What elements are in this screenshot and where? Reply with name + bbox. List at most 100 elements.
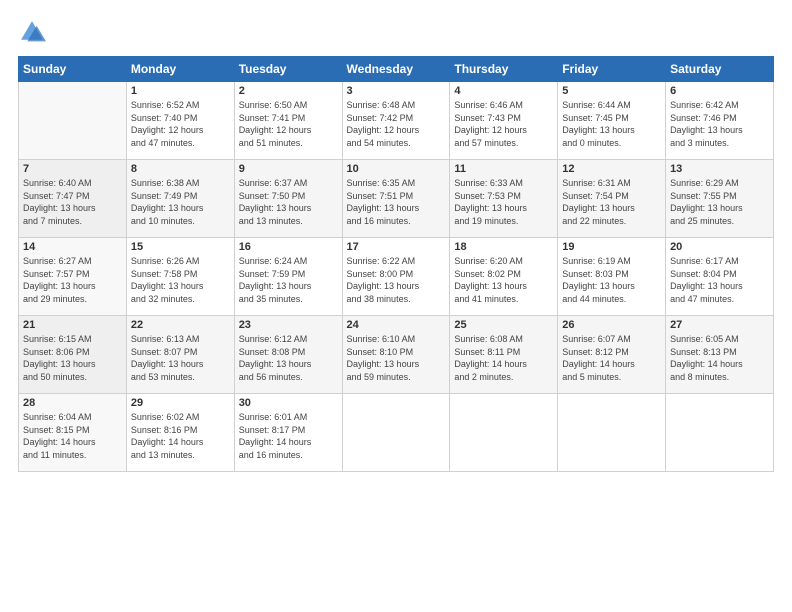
calendar-cell: 20 Sunrise: 6:17 AMSunset: 8:04 PMDayligh…: [666, 238, 774, 316]
calendar-cell: 28 Sunrise: 6:04 AMSunset: 8:15 PMDayligh…: [19, 394, 127, 472]
page: SundayMondayTuesdayWednesdayThursdayFrid…: [0, 0, 792, 612]
day-info: Sunrise: 6:20 AMSunset: 8:02 PMDaylight:…: [454, 255, 553, 305]
day-number: 4: [454, 85, 553, 97]
calendar-cell: 6Sunrise: 6:42 AMSunset: 7:46 PMDaylight…: [666, 82, 774, 160]
day-number: 30: [239, 397, 338, 409]
day-number: 29: [131, 397, 230, 409]
day-number: 28: [23, 397, 122, 409]
day-number: 10: [347, 163, 446, 175]
calendar-cell: 14 Sunrise: 6:27 AMSunset: 7:57 PMDayligh…: [19, 238, 127, 316]
day-info: Sunrise: 6:44 AMSunset: 7:45 PMDaylight:…: [562, 99, 661, 149]
calendar-week-row: 1 Sunrise: 6:52 AMSunset: 7:40 PMDaylight…: [19, 82, 774, 160]
day-info: Sunrise: 6:24 AMSunset: 7:59 PMDaylight:…: [239, 255, 338, 305]
day-info: Sunrise: 6:37 AMSunset: 7:50 PMDaylight:…: [239, 177, 338, 227]
day-info: Sunrise: 6:19 AMSunset: 8:03 PMDaylight:…: [562, 255, 661, 305]
day-info: Sunrise: 6:27 AMSunset: 7:57 PMDaylight:…: [23, 255, 122, 305]
calendar-weekday-tuesday: Tuesday: [234, 57, 342, 82]
calendar-cell: 11 Sunrise: 6:33 AMSunset: 7:53 PMDayligh…: [450, 160, 558, 238]
day-info: Sunrise: 6:38 AMSunset: 7:49 PMDaylight:…: [131, 177, 230, 227]
calendar-cell: 7 Sunrise: 6:40 AMSunset: 7:47 PMDaylight…: [19, 160, 127, 238]
header: [18, 18, 774, 46]
day-info: Sunrise: 6:50 AMSunset: 7:41 PMDaylight:…: [239, 99, 338, 149]
day-info: Sunrise: 6:48 AMSunset: 7:42 PMDaylight:…: [347, 99, 446, 149]
day-number: 9: [239, 163, 338, 175]
day-info: Sunrise: 6:35 AMSunset: 7:51 PMDaylight:…: [347, 177, 446, 227]
calendar-week-row: 28 Sunrise: 6:04 AMSunset: 8:15 PMDayligh…: [19, 394, 774, 472]
day-number: 11: [454, 163, 553, 175]
calendar-table: SundayMondayTuesdayWednesdayThursdayFrid…: [18, 56, 774, 472]
calendar-cell: 19 Sunrise: 6:19 AMSunset: 8:03 PMDayligh…: [558, 238, 666, 316]
day-info: Sunrise: 6:52 AMSunset: 7:40 PMDaylight:…: [131, 99, 230, 149]
day-info: Sunrise: 6:29 AMSunset: 7:55 PMDaylight:…: [670, 177, 769, 227]
calendar-cell: 30 Sunrise: 6:01 AMSunset: 8:17 PMDayligh…: [234, 394, 342, 472]
calendar-cell: 10 Sunrise: 6:35 AMSunset: 7:51 PMDayligh…: [342, 160, 450, 238]
day-number: 23: [239, 319, 338, 331]
day-number: 6: [670, 85, 769, 97]
day-info: Sunrise: 6:46 AMSunset: 7:43 PMDaylight:…: [454, 99, 553, 149]
day-number: 20: [670, 241, 769, 253]
calendar-cell: [450, 394, 558, 472]
calendar-cell: 8 Sunrise: 6:38 AMSunset: 7:49 PMDaylight…: [126, 160, 234, 238]
day-info: Sunrise: 6:07 AMSunset: 8:12 PMDaylight:…: [562, 333, 661, 383]
day-number: 15: [131, 241, 230, 253]
day-number: 17: [347, 241, 446, 253]
calendar-week-row: 14 Sunrise: 6:27 AMSunset: 7:57 PMDayligh…: [19, 238, 774, 316]
calendar-cell: 5 Sunrise: 6:44 AMSunset: 7:45 PMDaylight…: [558, 82, 666, 160]
day-info: Sunrise: 6:33 AMSunset: 7:53 PMDaylight:…: [454, 177, 553, 227]
logo-icon: [18, 18, 46, 46]
calendar-cell: 27 Sunrise: 6:05 AMSunset: 8:13 PMDayligh…: [666, 316, 774, 394]
day-number: 22: [131, 319, 230, 331]
calendar-cell: 22 Sunrise: 6:13 AMSunset: 8:07 PMDayligh…: [126, 316, 234, 394]
calendar-cell: 9 Sunrise: 6:37 AMSunset: 7:50 PMDaylight…: [234, 160, 342, 238]
day-number: 8: [131, 163, 230, 175]
day-number: 14: [23, 241, 122, 253]
day-number: 18: [454, 241, 553, 253]
calendar-cell: [666, 394, 774, 472]
calendar-cell: 15Sunrise: 6:26 AMSunset: 7:58 PMDayligh…: [126, 238, 234, 316]
calendar-cell: [558, 394, 666, 472]
day-info: Sunrise: 6:15 AMSunset: 8:06 PMDaylight:…: [23, 333, 122, 383]
day-info: Sunrise: 6:04 AMSunset: 8:15 PMDaylight:…: [23, 411, 122, 461]
calendar-cell: 26 Sunrise: 6:07 AMSunset: 8:12 PMDayligh…: [558, 316, 666, 394]
calendar-cell: 16Sunrise: 6:24 AMSunset: 7:59 PMDayligh…: [234, 238, 342, 316]
day-info: Sunrise: 6:08 AMSunset: 8:11 PMDaylight:…: [454, 333, 553, 383]
day-number: 27: [670, 319, 769, 331]
day-info: Sunrise: 6:13 AMSunset: 8:07 PMDaylight:…: [131, 333, 230, 383]
day-number: 7: [23, 163, 122, 175]
day-info: Sunrise: 6:02 AMSunset: 8:16 PMDaylight:…: [131, 411, 230, 461]
day-info: Sunrise: 6:12 AMSunset: 8:08 PMDaylight:…: [239, 333, 338, 383]
day-number: 19: [562, 241, 661, 253]
day-info: Sunrise: 6:17 AMSunset: 8:04 PMDaylight:…: [670, 255, 769, 305]
day-number: 1: [131, 85, 230, 97]
calendar-cell: 25Sunrise: 6:08 AMSunset: 8:11 PMDayligh…: [450, 316, 558, 394]
calendar-cell: 2Sunrise: 6:50 AMSunset: 7:41 PMDaylight…: [234, 82, 342, 160]
day-number: 26: [562, 319, 661, 331]
calendar-cell: 13 Sunrise: 6:29 AMSunset: 7:55 PMDayligh…: [666, 160, 774, 238]
day-number: 21: [23, 319, 122, 331]
day-number: 13: [670, 163, 769, 175]
calendar-header-row: SundayMondayTuesdayWednesdayThursdayFrid…: [19, 57, 774, 82]
day-number: 24: [347, 319, 446, 331]
calendar-week-row: 21 Sunrise: 6:15 AMSunset: 8:06 PMDayligh…: [19, 316, 774, 394]
calendar-weekday-sunday: Sunday: [19, 57, 127, 82]
calendar-cell: 12Sunrise: 6:31 AMSunset: 7:54 PMDayligh…: [558, 160, 666, 238]
logo: [18, 18, 50, 46]
day-number: 5: [562, 85, 661, 97]
calendar-cell: 4 Sunrise: 6:46 AMSunset: 7:43 PMDaylight…: [450, 82, 558, 160]
day-info: Sunrise: 6:40 AMSunset: 7:47 PMDaylight:…: [23, 177, 122, 227]
day-number: 3: [347, 85, 446, 97]
calendar-weekday-wednesday: Wednesday: [342, 57, 450, 82]
day-info: Sunrise: 6:01 AMSunset: 8:17 PMDaylight:…: [239, 411, 338, 461]
day-info: Sunrise: 6:10 AMSunset: 8:10 PMDaylight:…: [347, 333, 446, 383]
calendar-cell: 18 Sunrise: 6:20 AMSunset: 8:02 PMDayligh…: [450, 238, 558, 316]
day-info: Sunrise: 6:05 AMSunset: 8:13 PMDaylight:…: [670, 333, 769, 383]
day-number: 12: [562, 163, 661, 175]
calendar-cell: 21 Sunrise: 6:15 AMSunset: 8:06 PMDayligh…: [19, 316, 127, 394]
calendar-cell: [342, 394, 450, 472]
calendar-cell: 29 Sunrise: 6:02 AMSunset: 8:16 PMDayligh…: [126, 394, 234, 472]
calendar-cell: 1 Sunrise: 6:52 AMSunset: 7:40 PMDaylight…: [126, 82, 234, 160]
calendar-cell: 17Sunrise: 6:22 AMSunset: 8:00 PMDayligh…: [342, 238, 450, 316]
calendar-cell: 23 Sunrise: 6:12 AMSunset: 8:08 PMDayligh…: [234, 316, 342, 394]
calendar-week-row: 7 Sunrise: 6:40 AMSunset: 7:47 PMDaylight…: [19, 160, 774, 238]
calendar-weekday-thursday: Thursday: [450, 57, 558, 82]
